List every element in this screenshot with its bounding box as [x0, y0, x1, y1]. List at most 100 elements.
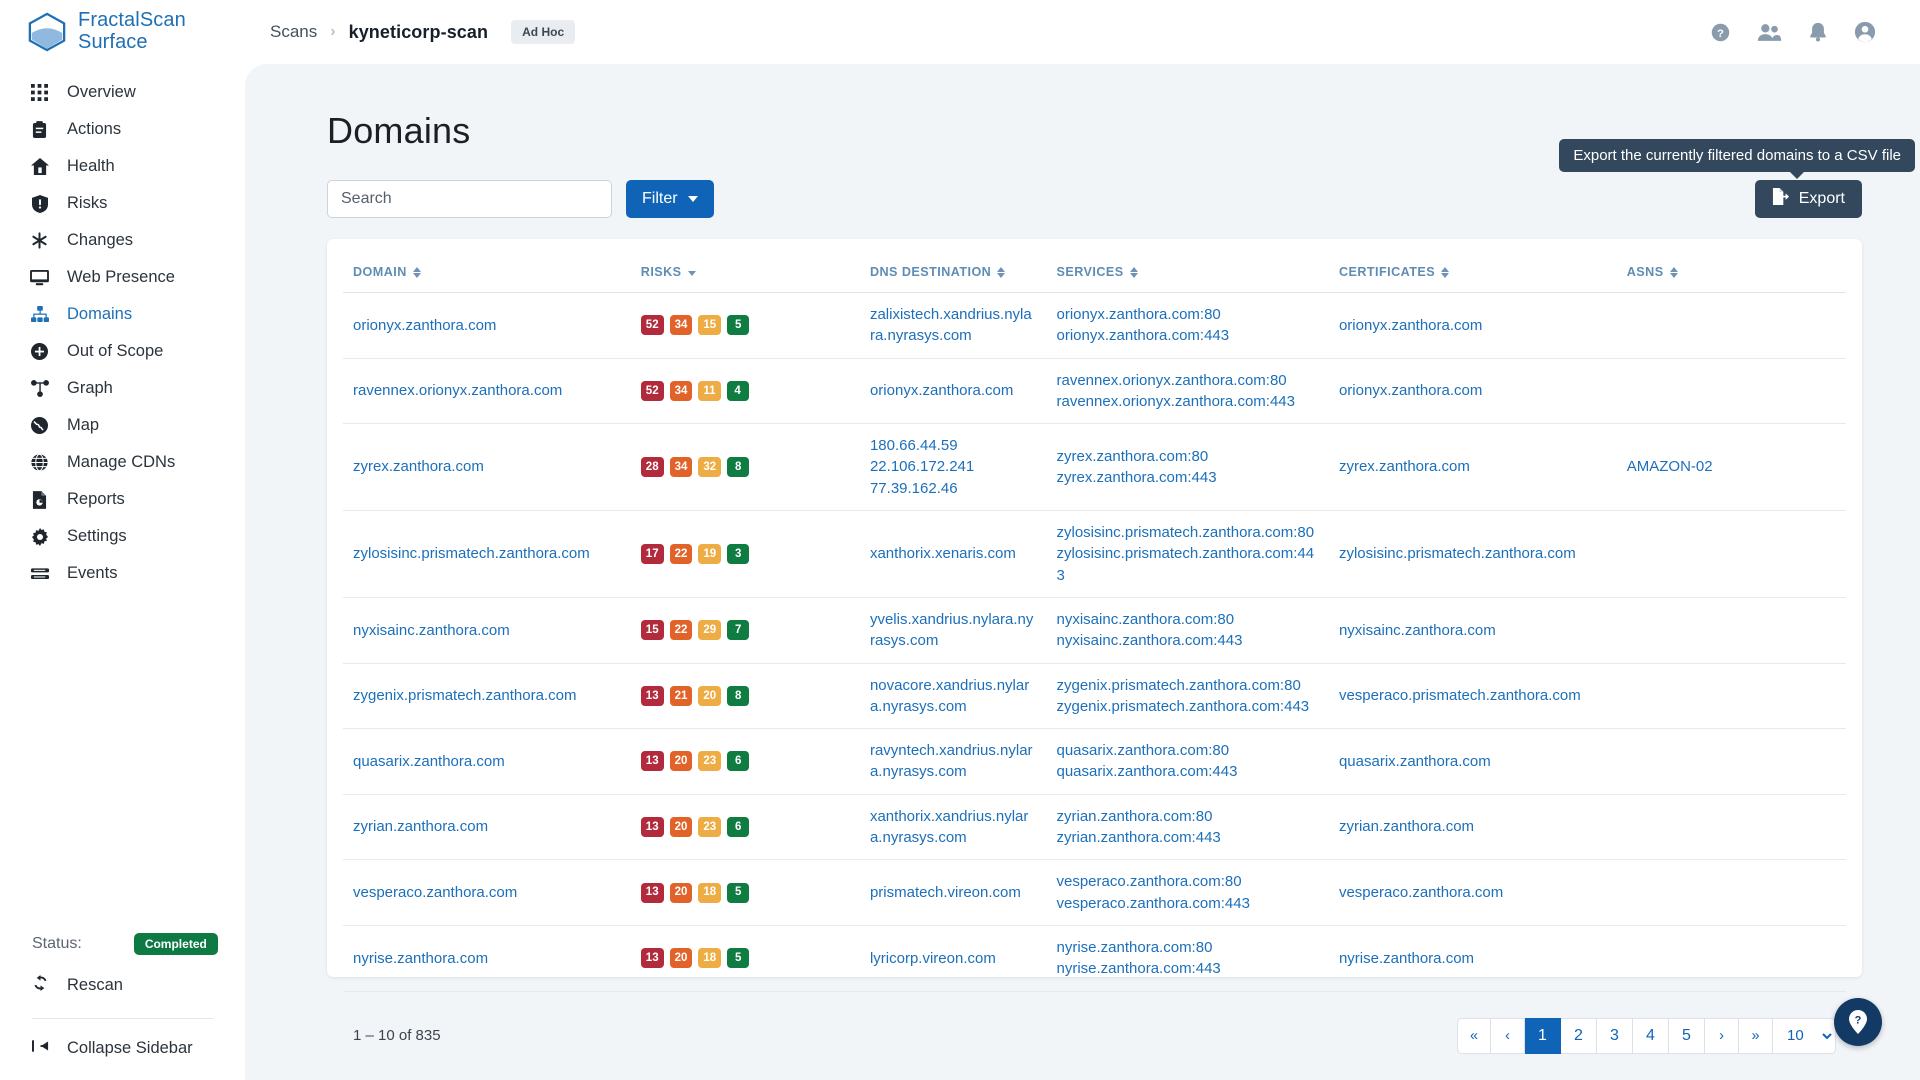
cell-services-item[interactable]: zyrex.zanthora.com:80: [1057, 446, 1319, 467]
sidebar-item-overview[interactable]: Overview: [0, 74, 245, 111]
column-header-domain[interactable]: DOMAIN: [343, 251, 631, 293]
risk-badge-critical[interactable]: 13: [640, 751, 664, 772]
cell-services-item[interactable]: vesperaco.zanthora.com:80: [1057, 871, 1319, 892]
column-header-dns-destination[interactable]: DNS DESTINATION: [859, 251, 1047, 293]
risk-badge-critical[interactable]: 13: [640, 685, 664, 706]
cell-domain[interactable]: zygenix.prismatech.zanthora.com: [343, 663, 631, 730]
cell-dns-destination-item[interactable]: yvelis.xandrius.nylara.nyrasys.com: [870, 609, 1037, 652]
pagination-first-button[interactable]: «: [1457, 1017, 1491, 1054]
risk-badge-high[interactable]: 34: [669, 315, 693, 336]
sidebar-item-web-presence[interactable]: Web Presence: [0, 259, 245, 296]
risk-badge-critical[interactable]: 28: [640, 457, 664, 478]
cell-domain[interactable]: zyrian.zanthora.com: [343, 794, 631, 861]
help-icon[interactable]: ?: [1710, 22, 1731, 43]
cell-certificates-item[interactable]: zylosisinc.prismatech.zanthora.com: [1339, 543, 1607, 564]
risk-badge-critical[interactable]: 13: [640, 948, 664, 969]
cell-certificates-item[interactable]: orionyx.zanthora.com: [1339, 380, 1607, 401]
export-button[interactable]: Export: [1754, 180, 1862, 218]
cell-certificates-item[interactable]: nyxisainc.zanthora.com: [1339, 620, 1607, 641]
filter-button[interactable]: Filter: [626, 180, 714, 218]
risk-badge-critical[interactable]: 15: [640, 620, 664, 641]
cell-services-item[interactable]: nyxisainc.zanthora.com:80: [1057, 609, 1319, 630]
cell-services-item[interactable]: zyrian.zanthora.com:80: [1057, 806, 1319, 827]
cell-services-item[interactable]: nyxisainc.zanthora.com:443: [1057, 630, 1319, 651]
cell-dns-destination-item[interactable]: 77.39.162.46: [870, 478, 1037, 499]
pagination-page-3[interactable]: 3: [1597, 1017, 1633, 1054]
rescan-button[interactable]: Rescan: [0, 975, 245, 996]
pagination-prev-button[interactable]: ‹: [1491, 1017, 1525, 1054]
risk-badge-high[interactable]: 20: [669, 751, 693, 772]
risk-badge-medium[interactable]: 29: [698, 620, 722, 641]
risk-badge-high[interactable]: 20: [669, 817, 693, 838]
risk-badge-high[interactable]: 21: [669, 685, 693, 706]
cell-dns-destination-item[interactable]: 22.106.172.241: [870, 456, 1037, 477]
risk-badge-critical[interactable]: 52: [640, 315, 664, 336]
cell-dns-destination-item[interactable]: orionyx.zanthora.com: [870, 380, 1037, 401]
cell-dns-destination-item[interactable]: 180.66.44.59: [870, 435, 1037, 456]
pagination-page-1[interactable]: 1: [1525, 1017, 1561, 1054]
breadcrumb-scans-link[interactable]: Scans: [270, 22, 317, 42]
cell-certificates-item[interactable]: vesperaco.prismatech.zanthora.com: [1339, 685, 1607, 706]
risk-badge-medium[interactable]: 23: [698, 817, 722, 838]
sidebar-item-events[interactable]: Events: [0, 555, 245, 592]
search-input[interactable]: [327, 180, 612, 218]
risk-badge-critical[interactable]: 52: [640, 380, 664, 401]
cell-services-item[interactable]: nyrise.zanthora.com:80: [1057, 937, 1319, 958]
cell-domain[interactable]: vesperaco.zanthora.com: [343, 859, 631, 926]
sidebar-item-settings[interactable]: Settings: [0, 518, 245, 555]
cell-services-item[interactable]: zylosisinc.prismatech.zanthora.com:443: [1057, 543, 1319, 586]
cell-domain[interactable]: nyxisainc.zanthora.com: [343, 597, 631, 664]
risk-badge-high[interactable]: 22: [669, 620, 693, 641]
cell-services-item[interactable]: ravennex.orionyx.zanthora.com:80: [1057, 370, 1319, 391]
column-header-certificates[interactable]: CERTIFICATES: [1328, 251, 1617, 293]
cell-certificates-item[interactable]: zyrian.zanthora.com: [1339, 816, 1607, 837]
cell-dns-destination-item[interactable]: lyricorp.vireon.com: [870, 948, 1037, 969]
cell-services-item[interactable]: quasarix.zanthora.com:80: [1057, 740, 1319, 761]
risk-badge-medium[interactable]: 11: [698, 380, 721, 401]
risk-badge-low[interactable]: 4: [726, 380, 749, 401]
risk-badge-critical[interactable]: 13: [640, 882, 664, 903]
page-size-select[interactable]: 102550100: [1773, 1017, 1836, 1054]
cell-services-item[interactable]: ravennex.orionyx.zanthora.com:443: [1057, 391, 1319, 412]
pagination-page-4[interactable]: 4: [1633, 1017, 1669, 1054]
risk-badge-medium[interactable]: 15: [698, 315, 722, 336]
cell-domain[interactable]: ravennex.orionyx.zanthora.com: [343, 358, 631, 425]
risk-badge-low[interactable]: 6: [727, 817, 750, 838]
cell-services-item[interactable]: nyrise.zanthora.com:443: [1057, 958, 1319, 979]
risk-badge-low[interactable]: 5: [727, 315, 750, 336]
column-header-risks[interactable]: RISKS: [630, 251, 860, 293]
account-icon[interactable]: [1854, 21, 1876, 43]
risk-badge-medium[interactable]: 23: [698, 751, 722, 772]
risk-badge-low[interactable]: 5: [727, 948, 750, 969]
risk-badge-low[interactable]: 8: [727, 685, 750, 706]
pagination-next-button[interactable]: ›: [1705, 1017, 1739, 1054]
cell-domain[interactable]: nyrise.zanthora.com: [343, 925, 631, 992]
cell-dns-destination-item[interactable]: xanthorix.xandrius.nylara.nyrasys.com: [870, 806, 1037, 849]
cell-asns-item[interactable]: AMAZON-02: [1627, 456, 1836, 477]
risk-badge-medium[interactable]: 19: [698, 544, 722, 565]
sidebar-item-health[interactable]: Health: [0, 148, 245, 185]
risk-badge-medium[interactable]: 18: [698, 882, 722, 903]
cell-certificates-item[interactable]: zyrex.zanthora.com: [1339, 456, 1607, 477]
cell-services-item[interactable]: zyrex.zanthora.com:443: [1057, 467, 1319, 488]
sidebar-item-actions[interactable]: Actions: [0, 111, 245, 148]
cell-certificates-item[interactable]: nyrise.zanthora.com: [1339, 948, 1607, 969]
pagination-page-2[interactable]: 2: [1561, 1017, 1597, 1054]
column-header-asns[interactable]: ASNS: [1616, 251, 1846, 293]
risk-badge-low[interactable]: 8: [727, 457, 750, 478]
risk-badge-medium[interactable]: 18: [698, 948, 722, 969]
cell-domain[interactable]: orionyx.zanthora.com: [343, 292, 631, 359]
cell-dns-destination-item[interactable]: ravyntech.xandrius.nylara.nyrasys.com: [870, 740, 1037, 783]
sidebar-item-out-of-scope[interactable]: Out of Scope: [0, 333, 245, 370]
cell-domain[interactable]: zyrex.zanthora.com: [343, 423, 631, 512]
risk-badge-high[interactable]: 34: [669, 380, 693, 401]
cell-certificates-item[interactable]: orionyx.zanthora.com: [1339, 315, 1607, 336]
risk-badge-critical[interactable]: 13: [640, 817, 664, 838]
users-icon[interactable]: [1757, 22, 1782, 43]
cell-services-item[interactable]: orionyx.zanthora.com:443: [1057, 325, 1319, 346]
cell-services-item[interactable]: zygenix.prismatech.zanthora.com:80: [1057, 675, 1319, 696]
risk-badge-high[interactable]: 34: [669, 457, 693, 478]
risk-badge-high[interactable]: 20: [669, 882, 693, 903]
cell-services-item[interactable]: zygenix.prismatech.zanthora.com:443: [1057, 696, 1319, 717]
cell-services-item[interactable]: zylosisinc.prismatech.zanthora.com:80: [1057, 522, 1319, 543]
